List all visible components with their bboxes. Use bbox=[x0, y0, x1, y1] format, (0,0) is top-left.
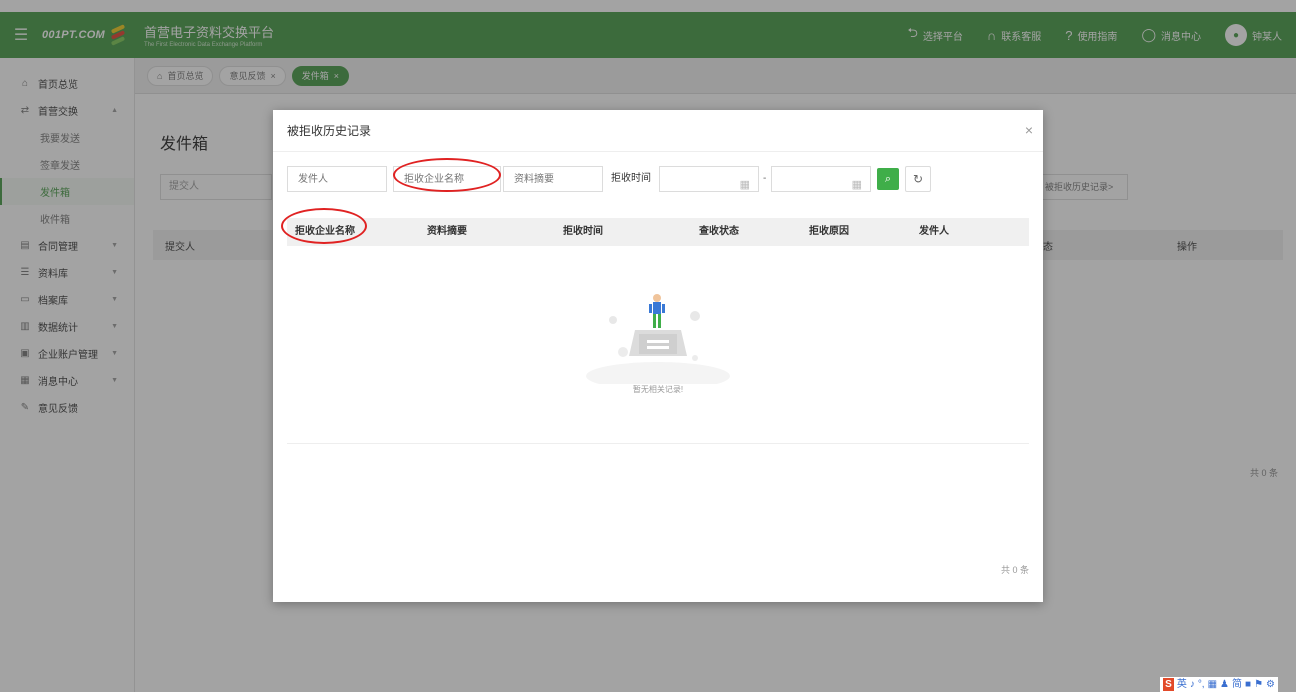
ime-skin-icon[interactable]: ■ bbox=[1245, 678, 1251, 691]
date-range-dash: - bbox=[763, 173, 767, 184]
calendar-icon: ▦ bbox=[851, 179, 862, 191]
column-header: 发件人 bbox=[919, 226, 949, 237]
start-date-input[interactable]: ▦ bbox=[659, 166, 759, 192]
rejected-history-dialog: 被拒收历史记录 × 拒收时间 ▦ - ▦ ⌕ ↻ 拒收企业名称 资料摘要 拒收时… bbox=[273, 110, 1043, 602]
history-table-header: 拒收企业名称 资料摘要 拒收时间 查收状态 拒收原因 发件人 bbox=[287, 218, 1029, 246]
dialog-header: 被拒收历史记录 bbox=[273, 110, 1043, 152]
column-header: 查收状态 bbox=[699, 226, 739, 237]
empty-illustration-icon bbox=[586, 294, 730, 390]
column-header: 拒收时间 bbox=[563, 226, 603, 237]
ime-settings-icon[interactable]: ⚙ bbox=[1266, 678, 1275, 691]
ime-tool-icon[interactable]: ⚑ bbox=[1254, 678, 1263, 691]
reject-time-label: 拒收时间 bbox=[611, 173, 651, 184]
ime-user-icon[interactable]: ♟ bbox=[1220, 678, 1229, 691]
dialog-title: 被拒收历史记录 bbox=[287, 124, 372, 138]
search-icon: ⌕ bbox=[884, 172, 892, 185]
column-header: 资料摘要 bbox=[427, 226, 467, 237]
highlight-circle-company-input bbox=[393, 158, 501, 192]
column-header: 拒收原因 bbox=[809, 226, 849, 237]
ime-simplified[interactable]: 简 bbox=[1232, 678, 1242, 691]
divider bbox=[287, 443, 1029, 444]
ime-lang[interactable]: 英 bbox=[1177, 678, 1187, 691]
empty-text: 暂无相关记录! bbox=[632, 385, 684, 394]
reset-button[interactable]: ↻ bbox=[905, 166, 931, 192]
sender-input[interactable] bbox=[287, 166, 387, 192]
ime-logo-icon: S bbox=[1163, 678, 1174, 691]
highlight-circle-company-column bbox=[281, 208, 367, 244]
ime-keyboard-icon[interactable]: ▦ bbox=[1208, 678, 1217, 691]
empty-state: 暂无相关记录! bbox=[573, 280, 743, 400]
ime-voice-icon[interactable]: ♪ bbox=[1190, 678, 1195, 691]
search-button[interactable]: ⌕ bbox=[877, 168, 899, 190]
dialog-total: 共 0 条 bbox=[1000, 565, 1029, 575]
close-icon[interactable]: × bbox=[1025, 122, 1033, 138]
ime-toolbar[interactable]: S 英 ♪ °, ▦ ♟ 简 ■ ⚑ ⚙ bbox=[1160, 677, 1278, 692]
summary-input[interactable] bbox=[503, 166, 603, 192]
refresh-icon: ↻ bbox=[912, 172, 924, 186]
calendar-icon: ▦ bbox=[739, 179, 750, 191]
ime-punct-icon[interactable]: °, bbox=[1198, 678, 1205, 691]
end-date-input[interactable]: ▦ bbox=[771, 166, 871, 192]
